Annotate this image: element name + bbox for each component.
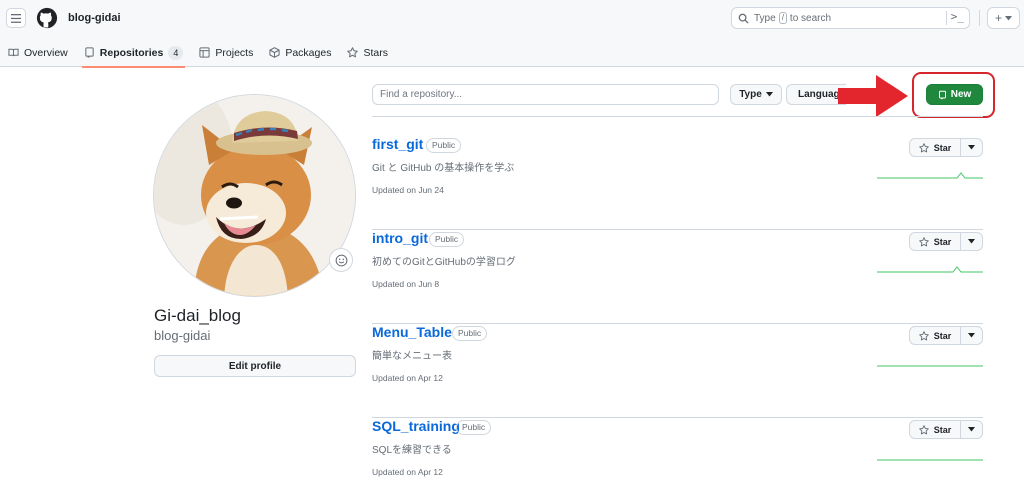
plus-icon: + xyxy=(994,11,1002,25)
tab-projects[interactable]: Projects xyxy=(191,38,261,67)
new-button-label: New xyxy=(950,89,972,100)
tab-overview[interactable]: Overview xyxy=(0,38,76,67)
star-button[interactable]: Star xyxy=(910,139,961,156)
star-button-group: Star xyxy=(909,326,983,345)
account-name[interactable]: blog-gidai xyxy=(68,12,121,24)
tab-label: Overview xyxy=(24,46,68,59)
triangle-down-icon xyxy=(968,239,975,244)
visibility-badge: Public xyxy=(452,326,488,341)
type-filter-label: Type xyxy=(739,89,762,100)
find-repository-input[interactable]: Find a repository... xyxy=(372,84,719,105)
tab-packages[interactable]: Packages xyxy=(261,38,339,67)
set-status-button[interactable] xyxy=(329,248,353,272)
repo-list-item: first_git Public Git と GitHub の基本操作を学ぶ U… xyxy=(372,136,983,230)
profile-tabs: Overview Repositories 4 Projects Package… xyxy=(0,38,396,68)
triangle-down-icon xyxy=(968,427,975,432)
star-button[interactable]: Star xyxy=(910,233,961,250)
repo-name-link[interactable]: first_git xyxy=(372,136,423,152)
star-label: Star xyxy=(933,142,952,153)
star-button[interactable]: Star xyxy=(910,327,961,344)
repo-name-link[interactable]: SQL_training xyxy=(372,418,460,434)
table-icon xyxy=(199,47,210,58)
search-divider xyxy=(946,11,947,25)
header-divider xyxy=(979,10,980,26)
search-placeholder-rest: to search xyxy=(789,12,832,24)
profile-login: blog-gidai xyxy=(154,328,211,343)
star-button-group: Star xyxy=(909,232,983,251)
tab-label: Packages xyxy=(285,46,332,59)
search-shortcut-key: / xyxy=(778,12,787,24)
repo-updated-date: Updated on Apr 12 xyxy=(372,467,443,477)
visibility-badge: Public xyxy=(456,420,492,435)
tab-label: Projects xyxy=(215,46,254,59)
star-button-group: Star xyxy=(909,138,983,157)
star-button-group: Star xyxy=(909,420,983,439)
tab-label: Repositories xyxy=(99,46,164,59)
repo-count-badge: 4 xyxy=(168,45,184,60)
repo-description: SQLを練習できる xyxy=(372,445,452,456)
avatar[interactable] xyxy=(153,94,356,297)
star-label: Star xyxy=(933,236,952,247)
repo-list-item: Menu_Table Public 簡単なメニュー表 Updated on Ap… xyxy=(372,324,983,418)
star-list-dropdown[interactable] xyxy=(961,139,982,156)
star-icon xyxy=(918,142,929,152)
edit-profile-button[interactable]: Edit profile xyxy=(154,355,356,377)
triangle-down-icon xyxy=(765,92,773,97)
tab-label: Stars xyxy=(363,46,388,59)
search-input[interactable]: Type / to search >_ xyxy=(731,7,970,29)
star-icon xyxy=(347,47,359,58)
repo-name-link[interactable]: intro_git xyxy=(372,230,428,246)
create-new-button[interactable]: + xyxy=(987,7,1020,29)
github-logo-icon[interactable] xyxy=(36,7,58,29)
red-arrow-annotation xyxy=(838,75,908,117)
repo-icon xyxy=(938,90,946,99)
command-palette-icon[interactable]: >_ xyxy=(951,10,964,23)
activity-sparkline xyxy=(877,266,983,273)
new-repository-button[interactable]: New xyxy=(926,84,983,105)
activity-sparkline xyxy=(877,365,983,367)
hamburger-menu-button[interactable] xyxy=(6,8,26,28)
global-header: blog-gidai Type / to search >_ + Overvie… xyxy=(0,0,1024,68)
star-icon xyxy=(918,236,929,246)
visibility-badge: Public xyxy=(426,138,462,153)
triangle-down-icon xyxy=(1005,15,1012,20)
repo-updated-date: Updated on Apr 12 xyxy=(372,373,443,383)
language-filter-button[interactable]: Language xyxy=(786,84,846,105)
search-placeholder-type: Type xyxy=(754,12,776,24)
search-icon xyxy=(738,13,749,24)
repo-description: 簡単なメニュー表 xyxy=(372,351,452,362)
star-icon xyxy=(918,330,929,340)
type-filter-button[interactable]: Type xyxy=(730,84,782,105)
package-icon xyxy=(269,47,280,58)
triangle-down-icon xyxy=(968,145,975,150)
activity-sparkline xyxy=(877,459,983,461)
repo-updated-date: Updated on Jun 8 xyxy=(372,279,440,289)
repo-name-link[interactable]: Menu_Table xyxy=(372,324,452,340)
smiley-icon xyxy=(335,254,347,266)
repo-description: Git と GitHub の基本操作を学ぶ xyxy=(372,163,515,174)
star-label: Star xyxy=(933,330,952,341)
book-icon xyxy=(8,48,19,57)
star-list-dropdown[interactable] xyxy=(961,421,982,438)
activity-sparkline xyxy=(877,172,983,179)
shiba-dog-avatar-image xyxy=(154,95,355,296)
divider xyxy=(372,116,983,117)
hamburger-icon xyxy=(11,13,21,23)
search-placeholder: Type / to search xyxy=(754,12,831,24)
triangle-down-icon xyxy=(968,333,975,338)
repo-description: 初めてのGitとGitHubの学習ログ xyxy=(372,257,516,268)
repo-list-item: intro_git Public 初めてのGitとGitHubの学習ログ Upd… xyxy=(372,230,983,324)
star-list-dropdown[interactable] xyxy=(961,233,982,250)
repo-updated-date: Updated on Jun 24 xyxy=(372,185,444,195)
profile-name: Gi-dai_blog xyxy=(154,306,241,325)
star-label: Star xyxy=(933,424,952,435)
repo-icon xyxy=(85,47,94,58)
star-icon xyxy=(918,424,929,434)
star-button[interactable]: Star xyxy=(910,421,961,438)
repo-list-item: SQL_training Public SQLを練習できる Updated on… xyxy=(372,418,983,494)
visibility-badge: Public xyxy=(429,232,465,247)
tab-repositories[interactable]: Repositories 4 xyxy=(76,38,192,68)
tab-stars[interactable]: Stars xyxy=(339,38,396,67)
star-list-dropdown[interactable] xyxy=(961,327,982,344)
